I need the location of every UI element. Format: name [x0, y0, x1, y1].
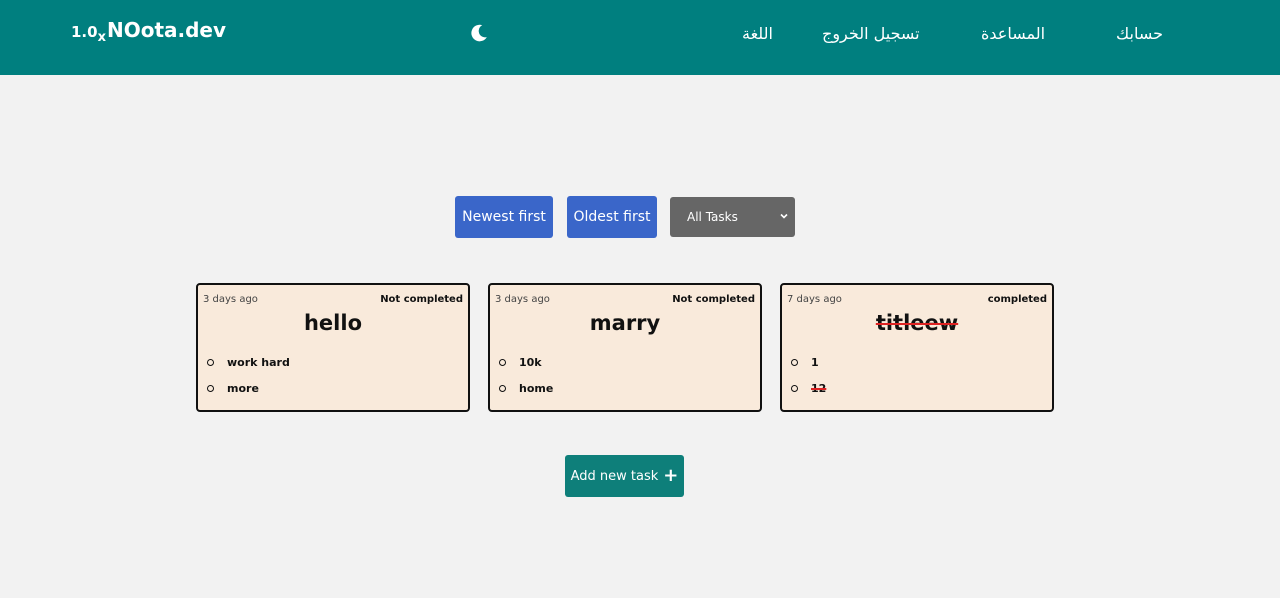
task-title: marry: [589, 311, 661, 335]
nav-link-language[interactable]: اللغة: [742, 24, 773, 43]
task-item-text: more: [227, 382, 259, 395]
add-task-button[interactable]: Add new task +: [565, 455, 684, 497]
sort-oldest-button[interactable]: Oldest first: [567, 196, 657, 238]
task-title: titleew: [875, 311, 959, 335]
task-item-text: 1: [811, 356, 819, 369]
sort-newest-button[interactable]: Newest first: [455, 196, 553, 238]
task-status: completed: [987, 294, 1047, 305]
plus-icon: +: [663, 465, 679, 486]
task-title: hello: [303, 311, 363, 335]
task-filter-value: All Tasks: [687, 210, 738, 224]
task-card[interactable]: 3 days ago Not completed marry 10k home: [488, 283, 762, 412]
task-card[interactable]: 7 days ago completed titleew 1 12: [780, 283, 1054, 412]
brand-name: NOota.dev: [106, 18, 227, 42]
task-items: 1 12: [791, 356, 826, 408]
chevron-down-icon: [780, 213, 788, 219]
brand-logo[interactable]: 1.0xNOota.dev: [71, 18, 227, 45]
bullet-icon: [207, 385, 214, 392]
task-item: 1: [791, 356, 826, 382]
task-item-text: work hard: [227, 356, 290, 369]
task-items: 10k home: [499, 356, 553, 408]
nav-link-logout[interactable]: تسجيل الخروج: [822, 24, 920, 43]
bullet-icon: [207, 359, 214, 366]
bullet-icon: [499, 385, 506, 392]
task-item: 12: [791, 382, 826, 408]
task-item: home: [499, 382, 553, 408]
bullet-icon: [499, 359, 506, 366]
task-age: 3 days ago: [203, 294, 258, 305]
brand-version-suffix: x: [97, 30, 106, 45]
task-status: Not completed: [672, 294, 755, 305]
bullet-icon: [791, 385, 798, 392]
task-item: more: [207, 382, 290, 408]
task-item-text: 12: [811, 382, 827, 395]
task-status: Not completed: [380, 294, 463, 305]
task-item-text: home: [519, 382, 554, 395]
task-card[interactable]: 3 days ago Not completed hello work hard…: [196, 283, 470, 412]
bullet-icon: [791, 359, 798, 366]
task-filter-select[interactable]: All Tasks: [670, 197, 795, 237]
task-age: 3 days ago: [495, 294, 550, 305]
task-item: 10k: [499, 356, 553, 382]
add-task-label: Add new task: [570, 468, 659, 484]
nav-link-help[interactable]: المساعدة: [981, 24, 1045, 43]
task-item-text: 10k: [519, 356, 542, 369]
task-items: work hard more: [207, 356, 290, 408]
moon-icon[interactable]: [468, 22, 490, 44]
nav-link-account[interactable]: حسابك: [1116, 24, 1163, 43]
brand-version: 1.0: [71, 23, 98, 41]
task-age: 7 days ago: [787, 294, 842, 305]
task-item: work hard: [207, 356, 290, 382]
navbar: 1.0xNOota.dev اللغة تسجيل الخروج المساعد…: [0, 0, 1280, 75]
